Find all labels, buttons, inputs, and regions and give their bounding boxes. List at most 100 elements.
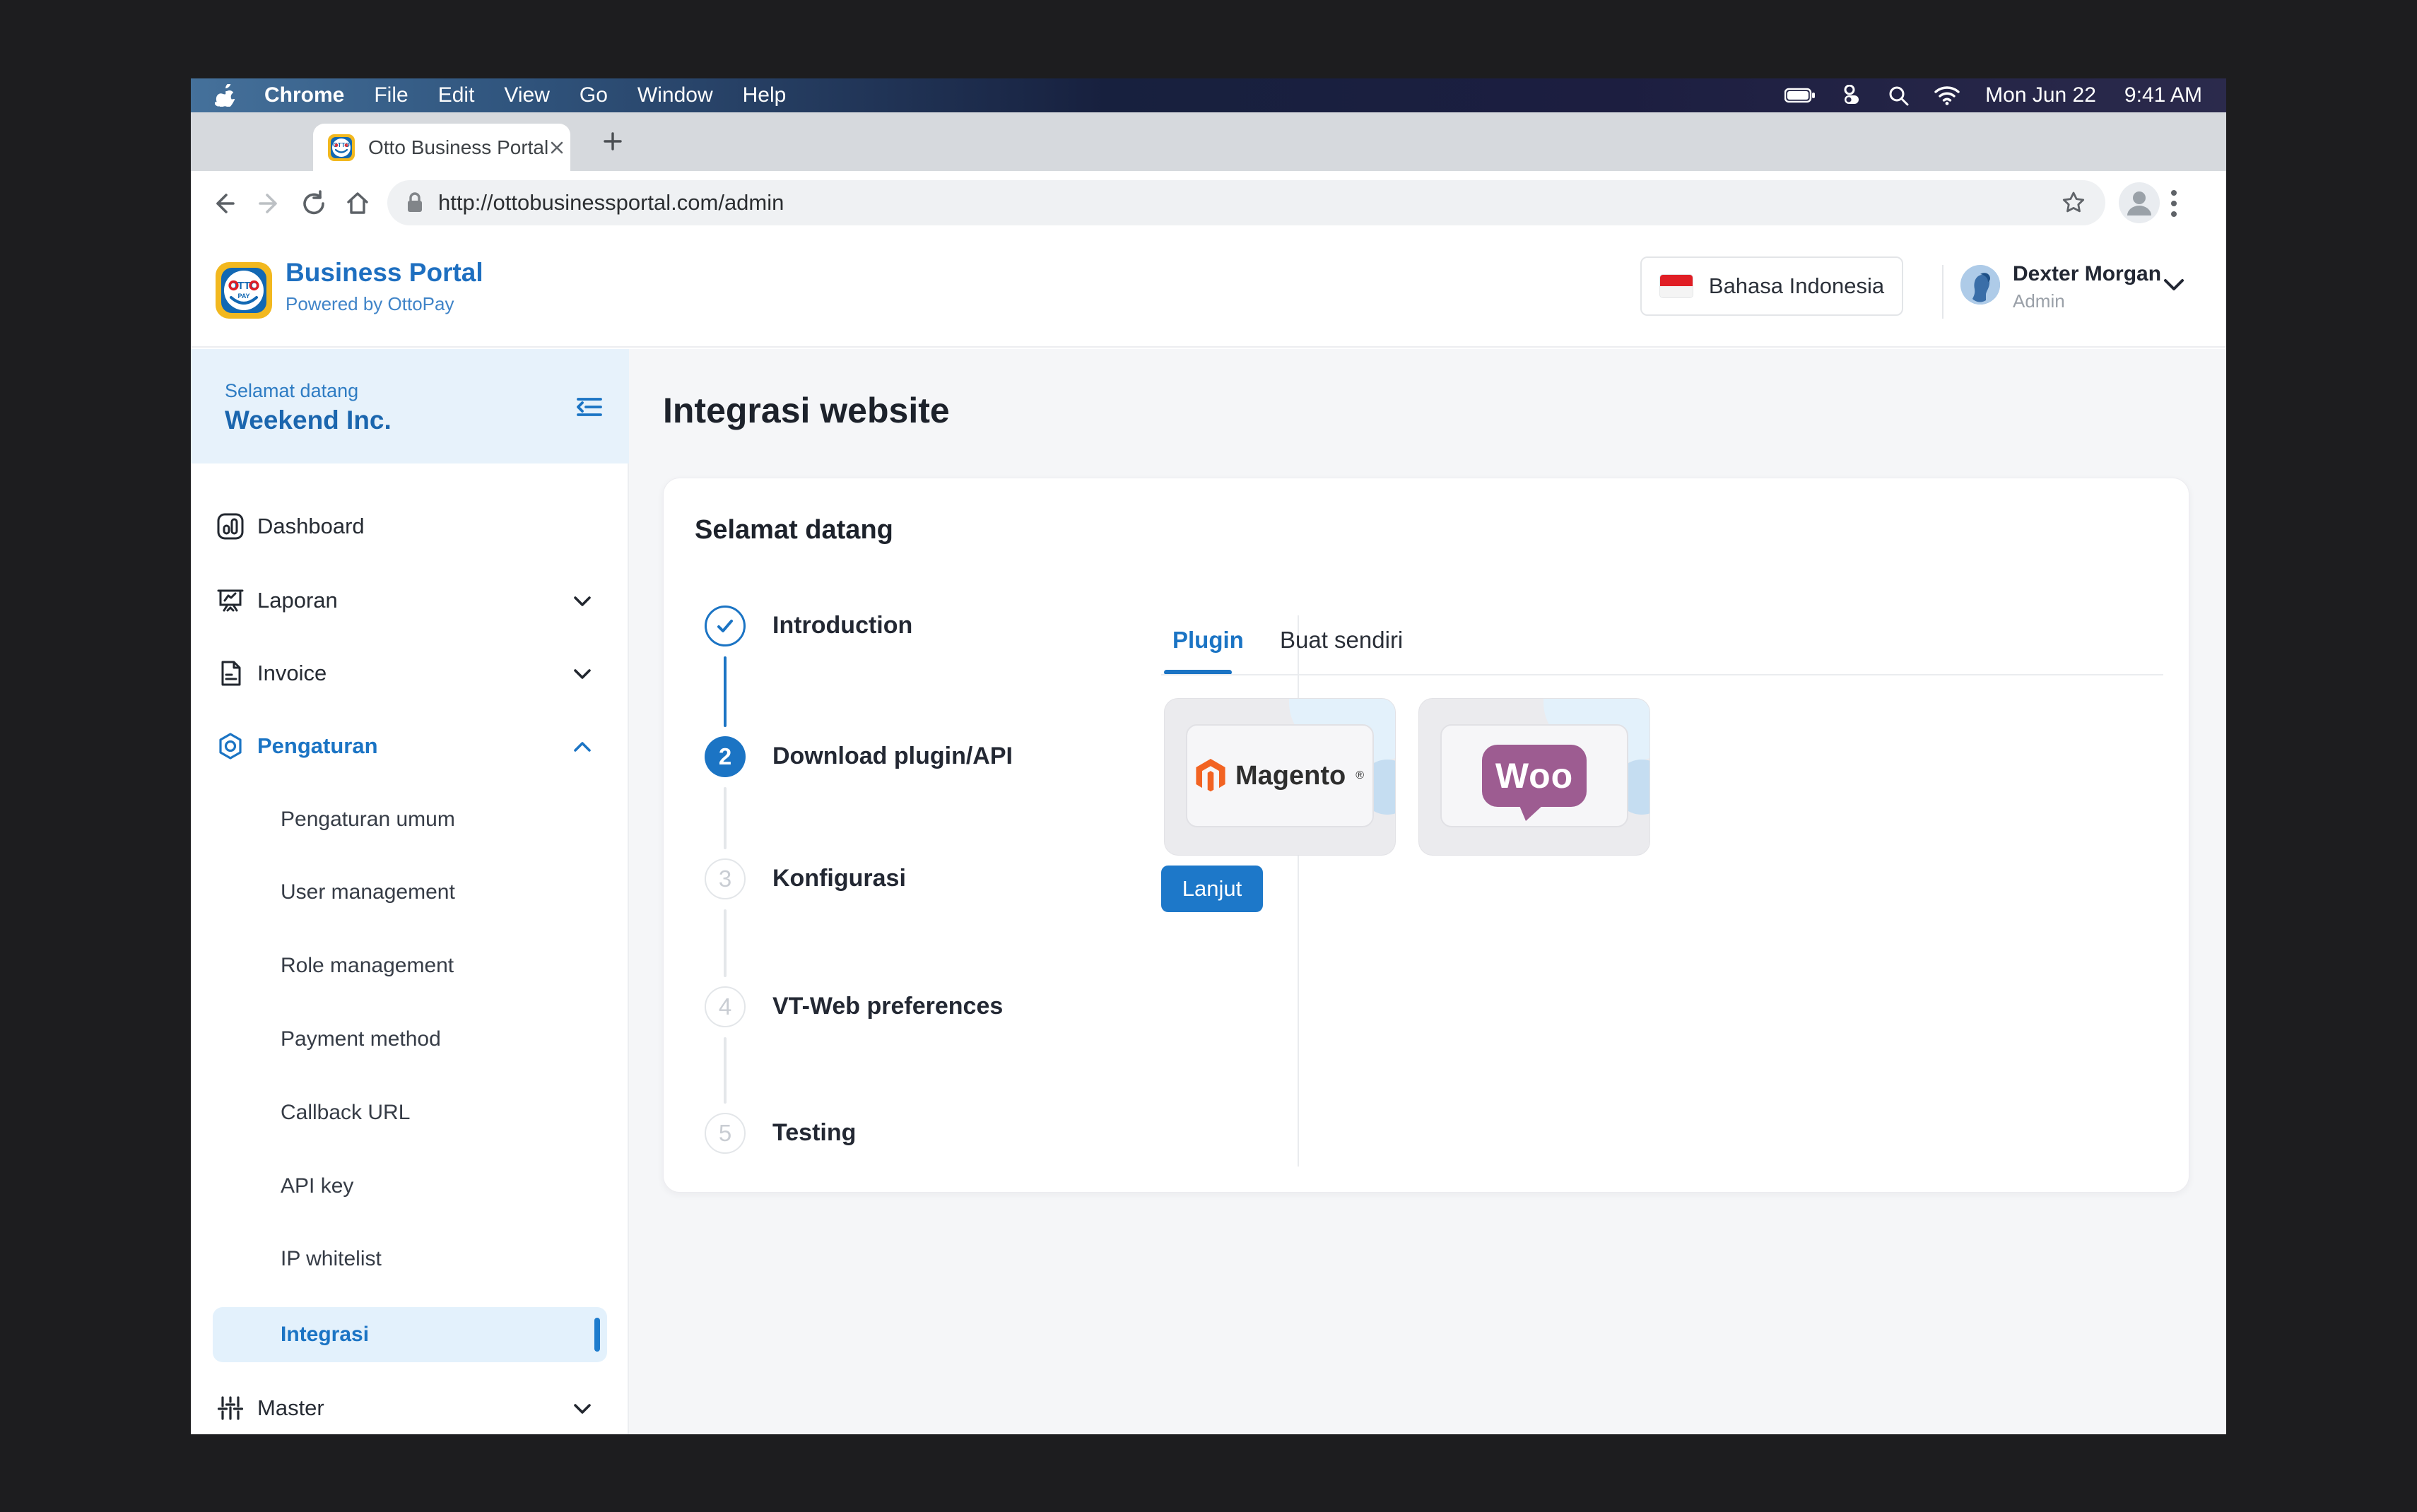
apple-icon[interactable] [215,84,235,107]
profile-icon[interactable] [2119,182,2160,227]
user-avatar[interactable] [1960,265,2000,305]
tab-buat-sendiri[interactable]: Buat sendiri [1280,627,1403,654]
menubar-date[interactable]: Mon Jun 22 [1985,83,2096,107]
magento-wordmark: Magento [1235,761,1346,791]
menubar-item-view[interactable]: View [504,83,549,107]
step-number: 4 [719,993,731,1020]
step-number: 5 [719,1120,731,1147]
sidebar: Selamat datang Weekend Inc. Dashboard La… [191,349,629,1434]
chevron-down-icon [572,661,592,686]
chevron-up-icon [572,733,592,759]
plugin-card-magento[interactable]: Magento ® [1164,698,1396,856]
menubar-item-go[interactable]: Go [580,83,608,107]
step-vtweb-preferences: 4 [705,986,746,1027]
reload-icon[interactable] [300,189,328,221]
sidebar-subitem-ip-whitelist[interactable]: IP whitelist [281,1236,382,1282]
lock-icon[interactable] [406,191,424,214]
tab-plugin[interactable]: Plugin [1172,627,1244,654]
browser-window: Chrome File Edit View Go Window Help Mon… [191,78,2226,1434]
step-label: VT-Web preferences [772,993,1003,1020]
new-tab-button[interactable] [601,129,625,157]
active-indicator-bar [594,1318,600,1352]
user-role: Admin [2013,290,2065,312]
menubar-item-edit[interactable]: Edit [438,83,475,107]
subitem-label: Payment method [281,1027,441,1051]
header-divider [1942,265,1943,319]
sidebar-subitem-payment-method[interactable]: Payment method [281,1017,441,1062]
sidebar-item-master[interactable]: Master [216,1383,604,1434]
laporan-icon [216,586,245,615]
brand-subtitle: Powered by OttoPay [286,293,454,315]
sidebar-item-label: Laporan [257,588,338,613]
step-done-circle [705,606,746,646]
subitem-label: API key [281,1174,353,1198]
menubar-item-help[interactable]: Help [743,83,787,107]
step-number: 2 [719,743,731,770]
app-header: OTTOPAY Business Portal Powered by OttoP… [191,235,2226,348]
menubar-item-file[interactable]: File [374,83,408,107]
step-todo-circle: 5 [705,1113,746,1154]
control-center-icon[interactable] [1841,85,1862,106]
sidebar-item-dashboard[interactable]: Dashboard [216,501,604,552]
sidebar-item-laporan[interactable]: Laporan [216,575,604,626]
sidebar-item-label: Invoice [257,661,327,686]
tab-bottom-border [1161,674,2163,675]
tab-close-icon[interactable] [548,139,565,156]
url-bar[interactable]: http://ottobusinessportal.com/admin [387,180,2105,225]
step-connector [724,1037,727,1104]
step-label: Testing [772,1119,856,1147]
dashboard-icon [216,512,245,541]
subitem-label: Callback URL [281,1101,410,1125]
menu-dots-icon[interactable] [2170,188,2178,223]
check-icon [713,614,737,638]
sidebar-subitem-callback-url[interactable]: Callback URL [281,1090,410,1135]
registered-mark: ® [1355,769,1364,782]
subitem-label: Pengaturan umum [281,808,455,832]
continue-button[interactable]: Lanjut [1161,866,1263,912]
sidebar-subitem-pengaturan-umum[interactable]: Pengaturan umum [281,797,455,842]
sidebar-subitem-integrasi-active[interactable]: Integrasi [213,1307,607,1362]
search-icon[interactable] [1888,85,1909,106]
macos-menubar: Chrome File Edit View Go Window Help Mon… [191,78,2226,112]
battery-icon[interactable] [1784,87,1816,104]
sidebar-item-label: Pengaturan [257,733,378,759]
sidebar-subitem-role-management[interactable]: Role management [281,943,454,988]
collapse-sidebar-icon[interactable] [575,393,604,425]
user-menu-chevron-down-icon[interactable] [2161,276,2187,297]
welcome-label: Selamat datang [225,380,358,402]
tab-favicon: OTTO [327,134,355,162]
chevron-down-icon [572,588,592,613]
sidebar-item-label: Dashboard [257,514,365,539]
back-icon[interactable] [209,189,237,221]
step-active-circle: 2 [705,736,746,777]
sidebar-item-invoice[interactable]: Invoice [216,648,604,699]
step-label: Introduction [772,612,912,639]
step-connector [724,909,727,977]
user-name: Dexter Morgan [2013,262,2161,286]
home-icon[interactable] [343,189,372,221]
woo-badge-icon: Woo [1482,745,1587,807]
star-icon[interactable] [2060,189,2087,216]
forward-icon[interactable] [256,189,284,221]
tab-title: Otto Business Portal [368,136,548,159]
step-download-plugin: 2 [705,736,746,777]
menubar-clock[interactable]: 9:41 AM [2124,83,2202,107]
browser-tab[interactable]: OTTO Otto Business Portal [313,124,570,171]
wifi-icon[interactable] [1934,85,1960,105]
magento-mark-icon [1196,759,1225,793]
woo-badge-tail [1519,804,1544,821]
pengaturan-icon [216,732,245,760]
sidebar-item-pengaturan[interactable]: Pengaturan [216,721,604,772]
step-connector [724,656,727,727]
plugin-card-woocommerce[interactable]: Woo [1418,698,1650,856]
step-introduction [705,606,746,646]
language-selector[interactable]: Bahasa Indonesia [1640,256,1903,316]
subitem-label: User management [281,880,455,904]
chevron-down-icon [572,1395,592,1421]
step-todo-circle: 3 [705,858,746,899]
sidebar-subitem-api-key[interactable]: API key [281,1164,353,1209]
menubar-app-name[interactable]: Chrome [264,83,344,107]
sidebar-subitem-user-management[interactable]: User management [281,870,455,915]
step-label: Download plugin/API [772,743,1013,770]
menubar-item-window[interactable]: Window [637,83,713,107]
